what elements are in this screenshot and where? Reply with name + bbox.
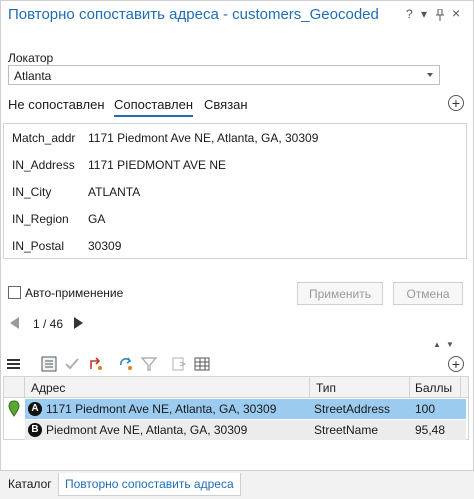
field-value: 1171 PIEDMONT AVE NE: [88, 158, 227, 172]
tab-rematch-addresses[interactable]: Повторно сопоставить адреса: [58, 473, 241, 496]
candidate-address: Piedmont Ave NE, Atlanta, GA, 30309: [46, 423, 248, 437]
candidates-table: Адрес Тип Баллы A 1171 Piedmont Ave NE, …: [3, 376, 469, 440]
tab-unmatched[interactable]: Не сопоставлен: [8, 97, 105, 115]
auto-apply-label: Авто-применение: [25, 286, 124, 300]
unmatch-icon[interactable]: [87, 355, 105, 373]
pane-title: Повторно сопоставить адреса - customers_…: [8, 6, 379, 23]
current-match-pin-icon: [8, 400, 20, 417]
tab-tied[interactable]: Связан: [204, 97, 248, 115]
list-item: IN_Postal 30309: [4, 232, 466, 259]
column-label: Баллы: [415, 381, 453, 395]
next-icon[interactable]: [74, 317, 83, 329]
help-icon[interactable]: ?: [406, 7, 413, 21]
close-icon[interactable]: ×: [452, 5, 460, 21]
field-name: IN_Address: [12, 158, 75, 172]
filter-icon[interactable]: [140, 355, 158, 373]
locator-value: Atlanta: [14, 69, 52, 83]
candidate-score: 95,48: [415, 423, 446, 437]
show-candidates-icon[interactable]: [40, 355, 58, 373]
tab-catalog[interactable]: Каталог: [2, 473, 58, 495]
field-name: IN_City: [12, 185, 52, 199]
add-candidate-icon[interactable]: +: [448, 356, 464, 372]
candidate-type: StreetAddress: [314, 402, 391, 416]
field-value: 1171 Piedmont Ave NE, Atlanta, GA, 30309: [88, 131, 319, 145]
field-value: 30309: [88, 239, 122, 253]
field-value: ATLANTA: [88, 185, 141, 199]
add-point-icon[interactable]: [170, 355, 188, 373]
header-filler: [461, 377, 468, 398]
candidate-badge-a: A: [28, 402, 42, 416]
auto-apply-checkbox[interactable]: [8, 286, 21, 299]
cancel-button[interactable]: Отмена: [393, 282, 463, 305]
list-item: Match_addr 1171 Piedmont Ave NE, Atlanta…: [4, 124, 466, 151]
field-name: Match_addr: [12, 131, 76, 145]
pane-menu-icon[interactable]: ▾: [421, 7, 427, 21]
chevron-down-icon: [427, 73, 433, 77]
table-row[interactable]: A 1171 Piedmont Ave NE, Atlanta, GA, 303…: [25, 399, 466, 419]
previous-icon[interactable]: [10, 317, 19, 329]
column-header-address[interactable]: Адрес: [25, 377, 310, 398]
menu-icon[interactable]: [5, 355, 23, 373]
candidate-score: 100: [415, 402, 436, 416]
dock-tab-strip: Каталог Повторно сопоставить адреса: [0, 470, 474, 499]
list-item: IN_Region GA: [4, 205, 466, 232]
candidate-address: 1171 Piedmont Ave NE, Atlanta, GA, 30309: [46, 402, 277, 416]
candidates-toolbar: +: [0, 352, 474, 376]
column-header-type[interactable]: Тип: [310, 377, 410, 398]
table-row[interactable]: B Piedmont Ave NE, Atlanta, GA, 30309 St…: [25, 420, 466, 440]
candidate-badge-b: B: [28, 423, 42, 437]
apply-button[interactable]: Применить: [297, 282, 383, 305]
column-header-score[interactable]: Баллы: [410, 377, 461, 398]
field-name: IN_Region: [12, 212, 69, 226]
expand-down-icon[interactable]: ▼: [446, 340, 454, 349]
rematch-icon[interactable]: [117, 355, 135, 373]
check-icon[interactable]: [63, 355, 81, 373]
pin-icon[interactable]: [435, 9, 445, 21]
collapse-up-icon[interactable]: ▲: [433, 340, 441, 349]
candidate-type: StreetName: [314, 423, 379, 437]
tab-matched[interactable]: Сопоставлен: [114, 97, 194, 117]
field-value: GA: [88, 212, 106, 226]
column-label: Адрес: [31, 381, 66, 395]
list-item: IN_City ATLANTA: [4, 178, 466, 205]
field-name: IN_Postal: [12, 239, 65, 253]
pager-text: 1 / 46: [33, 317, 64, 331]
column-label: Тип: [316, 381, 337, 395]
list-item: IN_Address 1171 PIEDMONT AVE NE: [4, 151, 466, 178]
table-icon[interactable]: [193, 355, 211, 373]
locator-label: Локатор: [8, 51, 54, 65]
locator-combobox[interactable]: Atlanta: [8, 65, 440, 85]
field-values-list: Match_addr 1171 Piedmont Ave NE, Atlanta…: [3, 123, 467, 259]
add-icon[interactable]: +: [448, 95, 464, 111]
row-header-column: [4, 377, 25, 398]
